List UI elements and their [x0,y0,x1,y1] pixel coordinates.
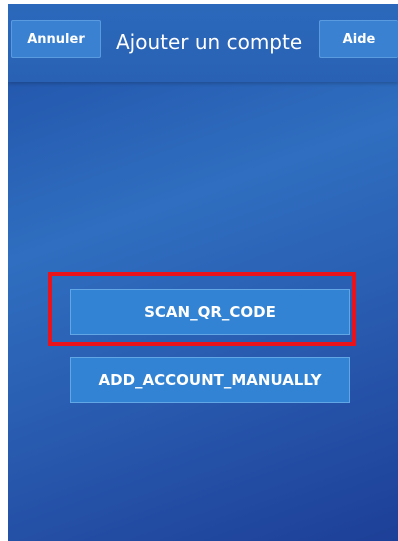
cancel-button[interactable]: Annuler [11,20,101,58]
page-title: Ajouter un compte [116,30,303,54]
help-button[interactable]: Aide [319,20,398,58]
add-account-manually-button[interactable]: ADD_ACCOUNT_MANUALLY [70,357,350,403]
header-bar: Annuler Ajouter un compte Aide [8,4,398,82]
highlight-box [48,272,356,346]
